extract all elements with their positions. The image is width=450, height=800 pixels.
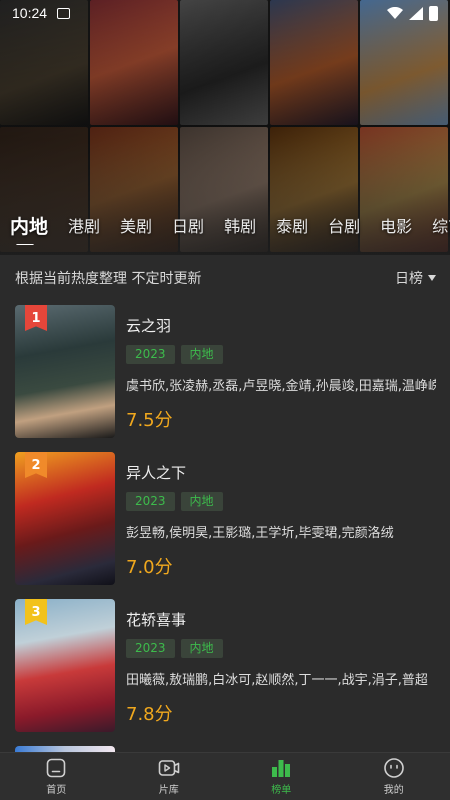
list-item[interactable]: 1 云之羽 2023 内地 虞书欣,张凌赫,丞磊,卢昱晓,金靖,孙晨竣,田嘉瑞,… (0, 305, 450, 452)
wifi-icon (387, 6, 403, 19)
home-icon (46, 758, 66, 778)
tab-category[interactable]: 电影 (370, 213, 422, 237)
poster-thumbnail[interactable]: 3 (15, 599, 115, 732)
nav-profile[interactable]: 我的 (338, 753, 450, 800)
nav-label: 我的 (383, 785, 404, 796)
status-time: 10:24 (12, 5, 48, 21)
tab-category[interactable]: 内地 (10, 212, 58, 245)
ranking-list: 1 云之羽 2023 内地 虞书欣,张凌赫,丞磊,卢昱晓,金靖,孙晨竣,田嘉瑞,… (0, 305, 450, 746)
item-cast: 田曦薇,敖瑞鹏,白冰可,赵顺然,丁一一,战宇,涓子,普超 (126, 673, 428, 688)
item-score: 7.0分 (126, 557, 173, 578)
tab-category[interactable]: 综艺 (422, 213, 450, 237)
region-tag: 内地 (180, 345, 223, 364)
poster-thumbnail[interactable]: 1 (15, 305, 115, 438)
ranking-subheader: 根据当前热度整理 不定时更新 日榜 (0, 256, 450, 300)
nav-ranking[interactable]: 榜单 (225, 753, 338, 800)
tab-category[interactable]: 港剧 (58, 213, 110, 237)
status-bar: 10:24 (0, 0, 450, 26)
ranking-icon (272, 760, 291, 777)
tab-category[interactable]: 韩剧 (214, 213, 266, 237)
nav-library[interactable]: 片库 (113, 753, 226, 800)
battery-icon (429, 5, 438, 21)
nav-label: 榜单 (271, 785, 292, 796)
ranking-description: 根据当前热度整理 不定时更新 (15, 271, 202, 287)
signal-icon (409, 6, 423, 20)
rank-badge: 2 (25, 452, 47, 478)
nav-home[interactable]: 首页 (0, 753, 113, 800)
tab-category[interactable]: 日剧 (162, 213, 214, 237)
rank-badge: 3 (25, 599, 47, 625)
tab-category[interactable]: 美剧 (110, 213, 162, 237)
item-cast: 虞书欣,张凌赫,丞磊,卢昱晓,金靖,孙晨竣,田嘉瑞,温峥嵘 (126, 379, 436, 394)
item-title[interactable]: 异人之下 (126, 462, 186, 483)
list-item[interactable]: 2 异人之下 2023 内地 彭昱畅,侯明昊,王影璐,王学圻,毕雯珺,完颜洛绒 … (0, 452, 450, 599)
video-library-icon (158, 760, 180, 776)
nav-label: 片库 (158, 785, 179, 796)
poster-thumbnail[interactable]: 2 (15, 452, 115, 585)
rank-badge: 1 (25, 305, 47, 331)
list-item[interactable]: 3 花轿喜事 2023 内地 田曦薇,敖瑞鹏,白冰可,赵顺然,丁一一,战宇,涓子… (0, 599, 450, 746)
item-score: 7.8分 (126, 704, 173, 725)
tab-category[interactable]: 泰剧 (266, 213, 318, 237)
region-tag: 内地 (180, 492, 223, 511)
region-tag: 内地 (180, 639, 223, 658)
nav-label: 首页 (46, 785, 67, 796)
caret-down-icon (428, 275, 436, 281)
tab-category[interactable]: 台剧 (318, 213, 370, 237)
item-title[interactable]: 花轿喜事 (126, 609, 186, 630)
category-tabs: 内地港剧美剧日剧韩剧泰剧台剧电影综艺 (0, 205, 450, 245)
profile-icon (383, 758, 404, 778)
item-title[interactable]: 云之羽 (126, 315, 171, 336)
gallery-notification-icon (57, 7, 71, 19)
sort-dropdown[interactable]: 日榜 (395, 268, 436, 288)
sort-label: 日榜 (395, 271, 423, 287)
year-tag: 2023 (126, 345, 175, 364)
year-tag: 2023 (126, 639, 175, 658)
bottom-navigation: 首页 片库 榜单 我的 (0, 752, 450, 800)
item-cast: 彭昱畅,侯明昊,王影璐,王学圻,毕雯珺,完颜洛绒 (126, 526, 394, 541)
year-tag: 2023 (126, 492, 175, 511)
item-score: 7.5分 (126, 410, 173, 431)
